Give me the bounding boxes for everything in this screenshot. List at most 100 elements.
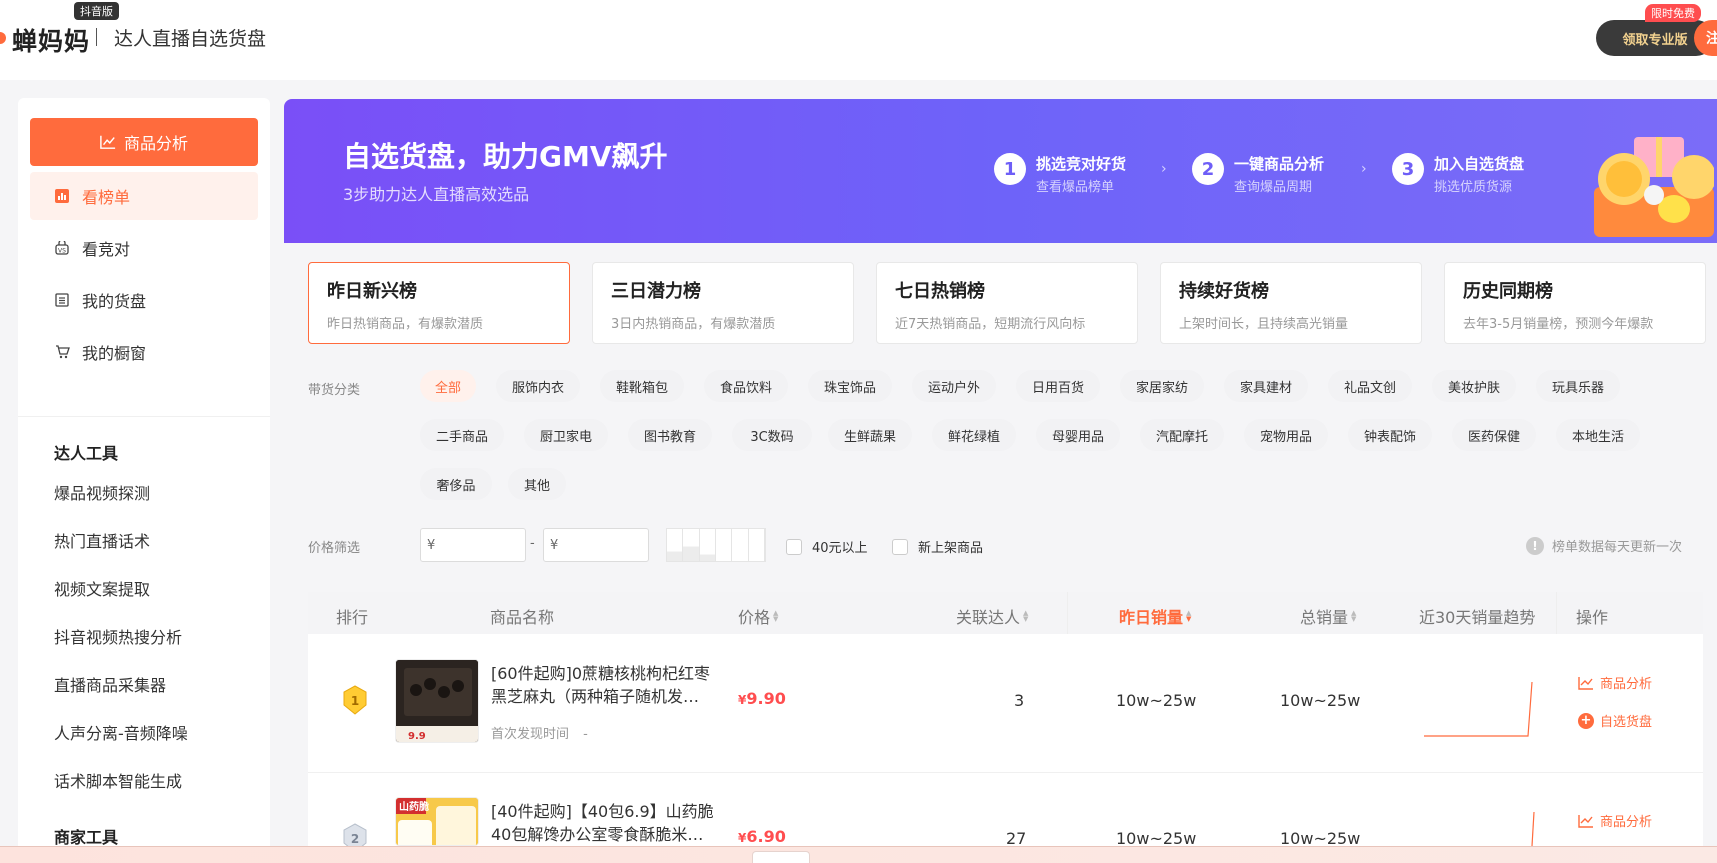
category-chip[interactable]: 鞋靴箱包 [600, 370, 684, 402]
step-subtitle: 查看爆品榜单 [1036, 180, 1115, 195]
category-chip[interactable]: 本地生活 [1556, 419, 1640, 451]
category-chip[interactable]: 厨卫家电 [524, 419, 608, 451]
category-chip[interactable]: 医药保健 [1452, 419, 1536, 451]
category-chip[interactable]: 3C数码 [732, 419, 812, 451]
tool-link[interactable]: 抖音视频热搜分析 [54, 624, 182, 648]
plus-icon: + [1578, 712, 1594, 729]
sort-icon[interactable]: ▲ ▼ [1186, 610, 1191, 623]
rank-card-title: 持续好货榜 [1179, 281, 1269, 302]
category-chip[interactable]: 家具建材 [1224, 370, 1308, 402]
sidebar-item-label: 看竞对 [82, 240, 131, 259]
category-chip[interactable]: 钟表配饰 [1348, 419, 1432, 451]
category-chip[interactable]: 二手商品 [420, 419, 504, 451]
category-chip[interactable]: 母婴用品 [1036, 419, 1120, 451]
column-total-sales[interactable]: 总销量 ▲ ▼ [1300, 604, 1356, 628]
column-total-sales-label: 总销量 [1300, 608, 1349, 627]
banner-title: 自选货盘，助力GMV飙升 [343, 140, 668, 173]
category-chip[interactable]: 宠物用品 [1244, 419, 1328, 451]
update-note: ! 榜单数据每天更新一次 [1526, 536, 1682, 555]
table-header: 排行 商品名称 价格 ▲ ▼ 关联达人 ▲ ▼ 昨日销量 ▲ ▼ 总销量 ▲ ▼ 近30… [308, 592, 1703, 634]
category-chip[interactable]: 食品饮料 [704, 370, 788, 402]
analyze-product-link[interactable]: 商品分析 [1578, 811, 1652, 830]
step-number: 3 [1392, 153, 1424, 185]
tab-seven-day-hot[interactable]: 七日热销榜 近7天热销商品，短期流行风向标 [876, 262, 1138, 344]
analyze-link-label: 商品分析 [1600, 815, 1653, 830]
category-chip[interactable]: 汽配摩托 [1140, 419, 1224, 451]
step-number: 2 [1192, 153, 1224, 185]
tab-yesterday-new[interactable]: 昨日新兴榜 昨日热销商品，有爆款潜质 [308, 262, 570, 344]
price-max-input[interactable]: ¥ [543, 528, 649, 562]
column-rank: 排行 [336, 608, 369, 627]
column-yesterday-sales[interactable]: 昨日销量 ▲ ▼ [1119, 604, 1191, 628]
sort-icon[interactable]: ▲ ▼ [1023, 610, 1028, 623]
category-chip[interactable]: 生鲜蔬果 [828, 419, 912, 451]
sidebar-item-my-window[interactable]: 我的橱窗 [30, 328, 258, 376]
column-price[interactable]: 价格 ▲ ▼ [738, 604, 778, 628]
tab-historical-same-period[interactable]: 历史同期榜 去年3-5月销量榜，预测今年爆款 [1444, 262, 1706, 344]
sidebar-item-my-stock[interactable]: 我的货盘 [30, 276, 258, 324]
new-listing-checkbox[interactable]: 新上架商品 [892, 537, 983, 556]
banner-step-3: 3 加入自选货盘 挑选优质货源 [1392, 153, 1524, 195]
tool-link[interactable]: 话术脚本智能生成 [54, 768, 182, 792]
rank-card-subtitle: 昨日热销商品，有爆款潜质 [327, 317, 484, 332]
sidebar: 商品分析 看榜单 VS 看竞对 我的货盘 我的橱窗 达人工具 爆品视频探测 热门… [18, 98, 270, 863]
rank-number: 2 [351, 832, 359, 846]
analyze-product-link[interactable]: 商品分析 [1578, 673, 1652, 692]
over-40-checkbox[interactable]: 40元以上 [786, 537, 868, 556]
logo-text[interactable]: 蝉妈妈 [12, 22, 90, 58]
column-talents[interactable]: 关联达人 ▲ ▼ [956, 604, 1028, 628]
tool-link[interactable]: 直播商品采集器 [54, 672, 166, 696]
product-thumbnail[interactable]: 9.9 [395, 659, 479, 743]
step-title: 挑选竞对好货 [1036, 155, 1127, 173]
price-filter-label: 价格筛选 [308, 541, 361, 556]
svg-text:9.9: 9.9 [408, 731, 426, 742]
sort-icon[interactable]: ▲ ▼ [1351, 610, 1356, 623]
first-found-text: 首次发现时间 [491, 727, 570, 742]
category-chip[interactable]: 运动户外 [912, 370, 996, 402]
price-min-input[interactable]: ¥ [420, 528, 526, 562]
sidebar-item-label: 我的橱窗 [82, 344, 147, 363]
category-chip[interactable]: 家居家纺 [1120, 370, 1204, 402]
category-chip[interactable]: 其他 [508, 468, 566, 500]
product-price: ¥6.90 [738, 827, 786, 846]
tool-link[interactable]: 人声分离-音频降噪 [54, 720, 188, 744]
sidebar-item-ranking[interactable]: 看榜单 [30, 172, 258, 220]
checkbox-box[interactable] [786, 538, 802, 555]
category-chip[interactable]: 礼品文创 [1328, 370, 1412, 402]
category-chip[interactable]: 美妆护肤 [1432, 370, 1516, 402]
banner-subtitle: 3步助力达人直播高效选品 [343, 185, 530, 204]
product-name[interactable]: [60件起购]0蔗糖核桃枸杞红枣黑芝麻丸（两种箱子随机发… [491, 662, 721, 708]
tool-link[interactable]: 视频文案提取 [54, 576, 150, 600]
sidebar-item-competitor[interactable]: VS 看竞对 [30, 224, 258, 272]
sidebar-item-label: 看榜单 [82, 188, 131, 207]
category-chip[interactable]: 玩具乐器 [1536, 370, 1620, 402]
step-title: 一键商品分析 [1234, 155, 1325, 173]
category-chip[interactable]: 图书教育 [628, 419, 712, 451]
product-analysis-button[interactable]: 商品分析 [30, 118, 258, 166]
bottom-tab-handle[interactable] [752, 851, 810, 863]
step-subtitle: 查询爆品周期 [1234, 180, 1313, 195]
category-chip[interactable]: 奢侈品 [420, 468, 492, 500]
price-value: 6.90 [746, 827, 786, 846]
checkbox-box[interactable] [892, 538, 908, 555]
sort-icon[interactable]: ▲ ▼ [773, 610, 778, 623]
category-chip[interactable]: 全部 [420, 370, 476, 402]
category-chip[interactable]: 鲜花绿植 [932, 419, 1016, 451]
tool-link[interactable]: 爆品视频探测 [54, 480, 150, 504]
svg-text:山药脆: 山药脆 [399, 800, 429, 813]
column-trend: 近30天销量趋势 [1419, 608, 1536, 627]
yesterday-sales: 10w~25w [1116, 691, 1197, 710]
rank-number: 1 [351, 694, 359, 708]
add-to-stock-link[interactable]: + 自选货盘 [1578, 711, 1652, 730]
product-name[interactable]: [40件起购]【40包6.9】山药脆40包解馋办公室零食酥脆米… [491, 800, 721, 846]
sidebar-divider [18, 416, 270, 417]
price-distribution-widget[interactable] [666, 528, 766, 562]
product-thumbnail[interactable]: 山药脆 [395, 797, 479, 846]
category-chip[interactable]: 日用百货 [1016, 370, 1100, 402]
step-number: 1 [994, 153, 1026, 185]
tab-sustained-good[interactable]: 持续好货榜 上架时间长，且持续高光销量 [1160, 262, 1422, 344]
category-chip[interactable]: 珠宝饰品 [808, 370, 892, 402]
tab-three-day-potential[interactable]: 三日潜力榜 3日内热销商品，有爆款潜质 [592, 262, 854, 344]
tool-link[interactable]: 热门直播话术 [54, 528, 150, 552]
category-chip[interactable]: 服饰内衣 [496, 370, 580, 402]
